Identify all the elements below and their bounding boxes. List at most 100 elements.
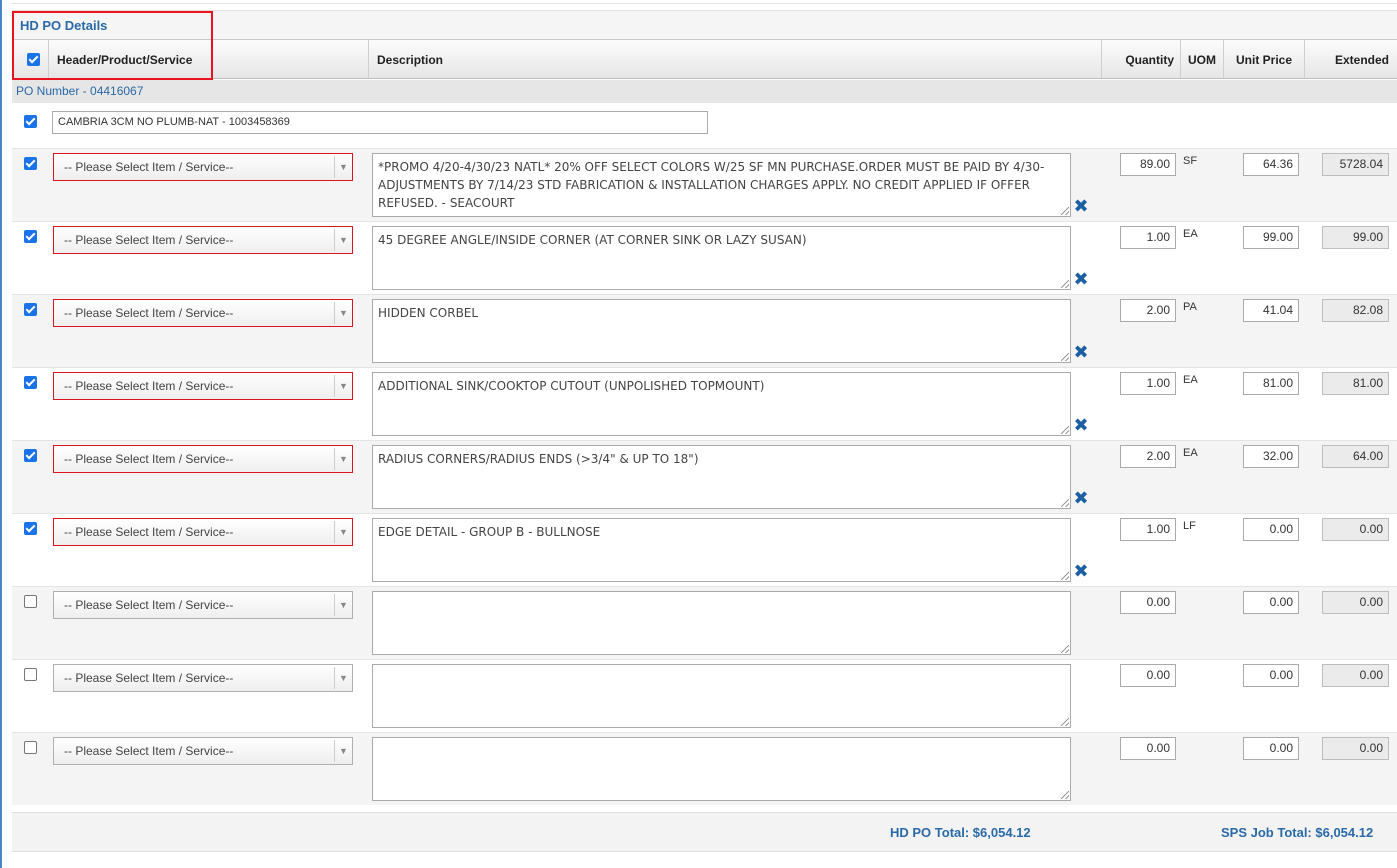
item-service-select[interactable]: -- Please Select Item / Service-- ▼ xyxy=(53,664,353,692)
close-x-icon[interactable]: ✖ xyxy=(1073,417,1089,435)
unit-price-input[interactable]: 0.00 xyxy=(1243,518,1299,541)
row-checkbox[interactable] xyxy=(24,595,37,608)
description-textarea[interactable]: *PROMO 4/20-4/30/23 NATL* 20% OFF SELECT… xyxy=(372,153,1071,217)
resize-grip-icon[interactable] xyxy=(1061,499,1069,507)
uom-label: PA xyxy=(1183,301,1197,313)
close-x-icon[interactable]: ✖ xyxy=(1073,344,1089,362)
unit-price-input[interactable]: 99.00 xyxy=(1243,226,1299,249)
row-checkbox[interactable] xyxy=(24,303,37,316)
resize-grip-icon[interactable] xyxy=(1061,572,1069,580)
extended-value: 64.00 xyxy=(1322,445,1389,468)
resize-grip-icon[interactable] xyxy=(1061,280,1069,288)
item-service-select[interactable]: -- Please Select Item / Service-- ▼ xyxy=(53,737,353,765)
unit-price-input[interactable]: 81.00 xyxy=(1243,372,1299,395)
header-line-checkbox[interactable] xyxy=(24,115,37,128)
quantity-input[interactable]: 1.00 xyxy=(1120,518,1176,541)
row-checkbox[interactable] xyxy=(24,741,37,754)
resize-grip-icon[interactable] xyxy=(1061,791,1069,799)
quantity-input[interactable]: 0.00 xyxy=(1120,737,1176,760)
close-x-icon[interactable]: ✖ xyxy=(1073,563,1089,581)
quantity-input[interactable]: 89.00 xyxy=(1120,153,1176,176)
row-checkbox[interactable] xyxy=(24,376,37,389)
row-checkbox[interactable] xyxy=(24,449,37,462)
description-textarea[interactable]: RADIUS CORNERS/RADIUS ENDS (>3/4" & UP T… xyxy=(372,445,1071,509)
unit-price-input[interactable]: 0.00 xyxy=(1243,591,1299,614)
unit-price-input[interactable]: 0.00 xyxy=(1243,664,1299,687)
unit-price-input[interactable]: 0.00 xyxy=(1243,737,1299,760)
item-service-select[interactable]: -- Please Select Item / Service-- ▼ xyxy=(53,299,353,327)
item-service-select-value: -- Please Select Item / Service-- xyxy=(64,379,234,393)
quantity-input[interactable]: 2.00 xyxy=(1120,445,1176,468)
description-text: EDGE DETAIL - GROUP B - BULLNOSE xyxy=(378,525,601,539)
resize-grip-icon[interactable] xyxy=(1061,353,1069,361)
description-textarea[interactable]: ADDITIONAL SINK/COOKTOP CUTOUT (UNPOLISH… xyxy=(372,372,1071,436)
column-header-unit-price[interactable]: Unit Price xyxy=(1223,40,1304,78)
chevron-down-icon[interactable]: ▼ xyxy=(334,156,352,178)
quantity-input[interactable]: 0.00 xyxy=(1120,591,1176,614)
close-x-icon[interactable]: ✖ xyxy=(1073,198,1089,216)
chevron-down-icon[interactable]: ▼ xyxy=(334,521,352,543)
uom-label: EA xyxy=(1183,374,1198,386)
item-service-select-value: -- Please Select Item / Service-- xyxy=(64,744,234,758)
column-header-extended[interactable]: Extended xyxy=(1304,40,1397,78)
header-product-field[interactable]: CAMBRIA 3CM NO PLUMB-NAT - 1003458369 xyxy=(52,111,708,134)
chevron-down-icon[interactable]: ▼ xyxy=(334,667,352,689)
item-service-select[interactable]: -- Please Select Item / Service-- ▼ xyxy=(53,591,353,619)
resize-grip-icon[interactable] xyxy=(1061,645,1069,653)
left-accent-border xyxy=(0,0,2,868)
chevron-down-icon[interactable]: ▼ xyxy=(334,740,352,762)
description-textarea[interactable]: EDGE DETAIL - GROUP B - BULLNOSE xyxy=(372,518,1071,582)
quantity-input[interactable]: 2.00 xyxy=(1120,299,1176,322)
quantity-input[interactable]: 1.00 xyxy=(1120,372,1176,395)
chevron-down-icon[interactable]: ▼ xyxy=(334,375,352,397)
chevron-down-icon[interactable]: ▼ xyxy=(334,448,352,470)
description-textarea[interactable] xyxy=(372,591,1071,655)
description-textarea[interactable]: 45 DEGREE ANGLE/INSIDE CORNER (AT CORNER… xyxy=(372,226,1071,290)
uom-label: LF xyxy=(1183,520,1196,532)
item-service-select-value: -- Please Select Item / Service-- xyxy=(64,671,234,685)
chevron-down-icon[interactable]: ▼ xyxy=(334,302,352,324)
column-header-uom[interactable]: UOM xyxy=(1180,40,1223,78)
select-all-checkbox[interactable] xyxy=(27,53,40,66)
unit-price-input[interactable]: 41.04 xyxy=(1243,299,1299,322)
resize-grip-icon[interactable] xyxy=(1061,426,1069,434)
item-service-select-value: -- Please Select Item / Service-- xyxy=(64,306,234,320)
description-textarea[interactable] xyxy=(372,737,1071,801)
row-checkbox[interactable] xyxy=(24,230,37,243)
table-row: -- Please Select Item / Service-- ▼ 0.00 0.… xyxy=(12,732,1397,805)
item-service-select[interactable]: -- Please Select Item / Service-- ▼ xyxy=(53,153,353,181)
close-x-icon[interactable]: ✖ xyxy=(1073,490,1089,508)
row-checkbox[interactable] xyxy=(24,157,37,170)
column-header-quantity[interactable]: Quantity xyxy=(1101,40,1180,78)
item-service-select-value: -- Please Select Item / Service-- xyxy=(64,598,234,612)
resize-grip-icon[interactable] xyxy=(1061,207,1069,215)
chevron-down-icon[interactable]: ▼ xyxy=(334,594,352,616)
item-service-select[interactable]: -- Please Select Item / Service-- ▼ xyxy=(53,372,353,400)
column-header-product[interactable]: Header/Product/Service xyxy=(48,40,368,78)
item-service-select[interactable]: -- Please Select Item / Service-- ▼ xyxy=(53,518,353,546)
description-textarea[interactable] xyxy=(372,664,1071,728)
section-title-bar: HD PO Details xyxy=(12,10,1397,40)
quantity-input[interactable]: 0.00 xyxy=(1120,664,1176,687)
unit-price-input[interactable]: 32.00 xyxy=(1243,445,1299,468)
quantity-input[interactable]: 1.00 xyxy=(1120,226,1176,249)
table-row: -- Please Select Item / Service-- ▼ *PROMO… xyxy=(12,148,1397,221)
row-checkbox[interactable] xyxy=(24,668,37,681)
description-textarea[interactable]: HIDDEN CORBEL xyxy=(372,299,1071,363)
section-title: HD PO Details xyxy=(20,18,108,33)
table-row: -- Please Select Item / Service-- ▼ EDGE D… xyxy=(12,513,1397,586)
unit-price-input[interactable]: 64.36 xyxy=(1243,153,1299,176)
chevron-down-icon[interactable]: ▼ xyxy=(334,229,352,251)
column-header-description[interactable]: Description xyxy=(368,40,1101,78)
top-strip xyxy=(12,0,1397,4)
item-service-select[interactable]: -- Please Select Item / Service-- ▼ xyxy=(53,226,353,254)
select-all-cell xyxy=(12,40,48,78)
table-row: -- Please Select Item / Service-- ▼ HIDDEN… xyxy=(12,294,1397,367)
table-row: -- Please Select Item / Service-- ▼ 0.00 0.… xyxy=(12,659,1397,732)
resize-grip-icon[interactable] xyxy=(1061,718,1069,726)
item-service-select[interactable]: -- Please Select Item / Service-- ▼ xyxy=(53,445,353,473)
row-checkbox[interactable] xyxy=(24,522,37,535)
close-x-icon[interactable]: ✖ xyxy=(1073,271,1089,289)
po-number: PO Number - 04416067 xyxy=(16,84,144,98)
item-service-select-value: -- Please Select Item / Service-- xyxy=(64,525,234,539)
